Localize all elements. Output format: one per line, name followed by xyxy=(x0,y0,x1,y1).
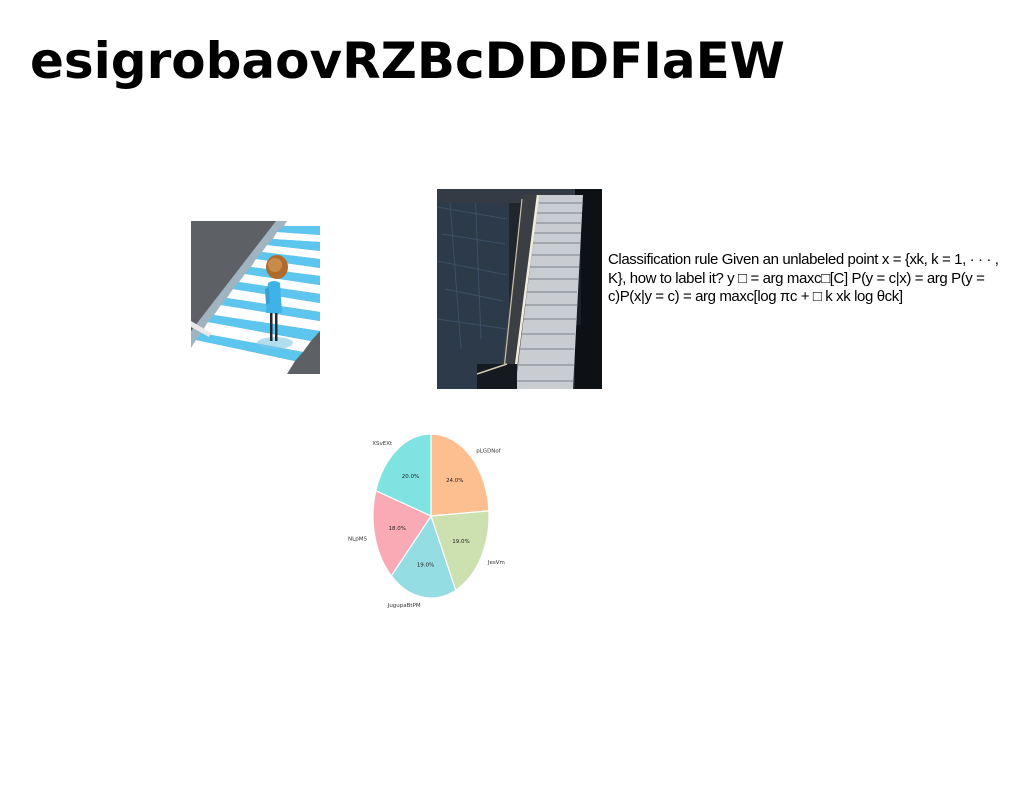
pie-category-label-JugupaBtPM: JugupaBtPM xyxy=(387,603,421,609)
page-title: esigrobaovRZBcDDDFIaEW xyxy=(30,32,785,90)
pie-category-label-JesVm: JesVm xyxy=(487,560,505,566)
crosswalk-umbrella-photo xyxy=(191,221,320,374)
pie-pct-label-JesVm: 19.0% xyxy=(452,539,469,545)
body-paragraph: Classification rule Given an unlabeled p… xyxy=(608,251,999,305)
pie-category-label-NLpMS: NLpMS xyxy=(348,536,367,542)
pie-pct-label-NLpMS: 18.0% xyxy=(389,526,406,532)
pie-slice-pLGDNof xyxy=(430,433,490,517)
pie-pct-label-JugupaBtPM: 19.0% xyxy=(417,563,434,569)
staircase-photo xyxy=(437,189,602,389)
pie-category-label-XSvEXt: XSvEXt xyxy=(372,441,393,447)
pie-pct-label-pLGDNof: 24.0% xyxy=(446,478,463,484)
pie-pct-label-XSvEXt: 20.0% xyxy=(402,474,419,480)
pie-chart: 24.0% pLGDNof 19.0% JesVm 19.0% JugupaBtPM 18.… xyxy=(340,425,530,615)
pie-category-label-pLGDNof: pLGDNof xyxy=(476,448,502,454)
